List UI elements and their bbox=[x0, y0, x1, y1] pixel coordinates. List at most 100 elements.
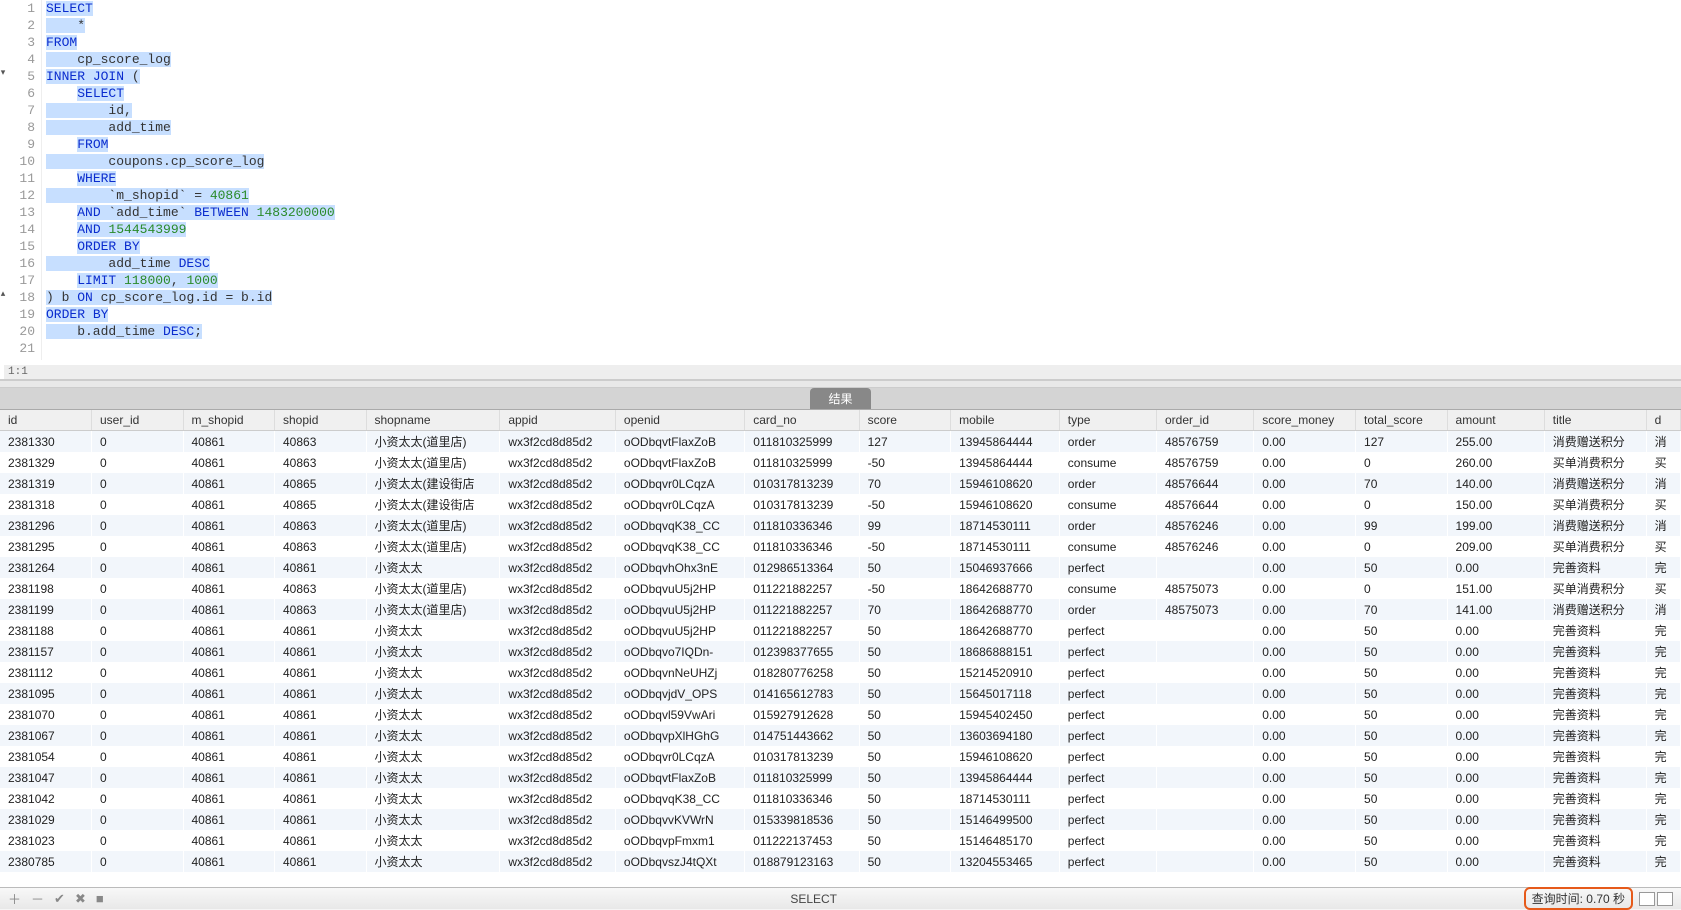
table-cell[interactable]: 48576759 bbox=[1156, 431, 1253, 453]
table-cell[interactable]: 18714530111 bbox=[951, 515, 1060, 536]
table-cell[interactable]: 0 bbox=[92, 578, 184, 599]
table-cell[interactable]: oODbqvl59VwAri bbox=[615, 704, 744, 725]
table-cell[interactable]: 15046937666 bbox=[951, 557, 1060, 578]
table-cell[interactable]: 15214520910 bbox=[951, 662, 1060, 683]
table-cell[interactable]: 0 bbox=[92, 641, 184, 662]
table-cell[interactable] bbox=[1156, 620, 1253, 641]
table-cell[interactable]: 13945864444 bbox=[951, 431, 1060, 453]
table-cell[interactable]: 13204553465 bbox=[951, 851, 1060, 872]
table-cell[interactable]: 48575073 bbox=[1156, 599, 1253, 620]
table-row[interactable]: 238133004086140863小资太太(道里店)wx3f2cd8d85d2… bbox=[0, 431, 1681, 453]
table-cell[interactable]: wx3f2cd8d85d2 bbox=[500, 494, 616, 515]
table-cell[interactable]: 0.00 bbox=[1447, 788, 1544, 809]
table-cell[interactable]: 011221882257 bbox=[745, 578, 859, 599]
table-cell[interactable]: 50 bbox=[1356, 557, 1448, 578]
table-cell[interactable]: 70 bbox=[1356, 473, 1448, 494]
table-cell[interactable]: 18642688770 bbox=[951, 620, 1060, 641]
table-cell[interactable]: 141.00 bbox=[1447, 599, 1544, 620]
table-cell[interactable]: 50 bbox=[859, 662, 951, 683]
table-cell[interactable]: 2381319 bbox=[0, 473, 92, 494]
table-cell[interactable]: 完善资料 bbox=[1544, 767, 1646, 788]
table-cell[interactable]: 40861 bbox=[275, 683, 367, 704]
table-cell[interactable]: 2381029 bbox=[0, 809, 92, 830]
table-cell[interactable]: 买 bbox=[1646, 452, 1680, 473]
table-row[interactable]: 238119804086140863小资太太(道里店)wx3f2cd8d85d2… bbox=[0, 578, 1681, 599]
table-cell[interactable]: 018280776258 bbox=[745, 662, 859, 683]
table-cell[interactable]: 2381023 bbox=[0, 830, 92, 851]
table-cell[interactable]: 小资太太 bbox=[366, 851, 500, 872]
table-cell[interactable]: 0.00 bbox=[1254, 494, 1356, 515]
table-cell[interactable]: perfect bbox=[1059, 851, 1156, 872]
table-cell[interactable]: 买单消费积分 bbox=[1544, 578, 1646, 599]
table-cell[interactable]: 40861 bbox=[275, 851, 367, 872]
table-cell[interactable]: 0.00 bbox=[1447, 851, 1544, 872]
table-cell[interactable]: 15146499500 bbox=[951, 809, 1060, 830]
table-row[interactable]: 238126404086140861小资太太wx3f2cd8d85d2oODbq… bbox=[0, 557, 1681, 578]
table-cell[interactable]: wx3f2cd8d85d2 bbox=[500, 620, 616, 641]
table-cell[interactable]: 小资太太(道里店) bbox=[366, 452, 500, 473]
table-cell[interactable]: 0.00 bbox=[1254, 473, 1356, 494]
table-cell[interactable]: 小资太太 bbox=[366, 662, 500, 683]
table-cell[interactable]: 买 bbox=[1646, 536, 1680, 557]
table-cell[interactable]: 50 bbox=[859, 767, 951, 788]
table-cell[interactable]: 小资太太 bbox=[366, 620, 500, 641]
table-cell[interactable]: order bbox=[1059, 431, 1156, 453]
table-cell[interactable]: consume bbox=[1059, 494, 1156, 515]
table-cell[interactable]: 小资太太 bbox=[366, 746, 500, 767]
table-cell[interactable]: 0.00 bbox=[1447, 704, 1544, 725]
table-cell[interactable]: 127 bbox=[1356, 431, 1448, 453]
table-cell[interactable]: 消费赠送积分 bbox=[1544, 515, 1646, 536]
table-cell[interactable]: 40861 bbox=[275, 620, 367, 641]
commit-icon[interactable]: ✔ bbox=[54, 891, 65, 907]
table-cell[interactable]: 0 bbox=[92, 599, 184, 620]
table-cell[interactable]: wx3f2cd8d85d2 bbox=[500, 767, 616, 788]
table-cell[interactable]: 完善资料 bbox=[1544, 620, 1646, 641]
table-cell[interactable]: 完 bbox=[1646, 830, 1680, 851]
table-cell[interactable]: 0 bbox=[92, 557, 184, 578]
table-cell[interactable]: 40861 bbox=[183, 851, 275, 872]
table-cell[interactable]: 0 bbox=[92, 431, 184, 453]
table-cell[interactable]: perfect bbox=[1059, 809, 1156, 830]
table-cell[interactable]: -50 bbox=[859, 494, 951, 515]
table-cell[interactable]: perfect bbox=[1059, 557, 1156, 578]
table-cell[interactable]: 0 bbox=[92, 725, 184, 746]
table-cell[interactable]: perfect bbox=[1059, 641, 1156, 662]
remove-row-icon[interactable]: － bbox=[31, 889, 44, 908]
table-cell[interactable]: 15946108620 bbox=[951, 473, 1060, 494]
table-cell[interactable]: 50 bbox=[1356, 788, 1448, 809]
table-cell[interactable]: 50 bbox=[1356, 683, 1448, 704]
table-cell[interactable]: 13945864444 bbox=[951, 767, 1060, 788]
table-cell[interactable]: perfect bbox=[1059, 704, 1156, 725]
table-cell[interactable]: 0 bbox=[92, 515, 184, 536]
table-cell[interactable]: 完 bbox=[1646, 704, 1680, 725]
table-cell[interactable]: 小资太太 bbox=[366, 809, 500, 830]
table-cell[interactable]: 0.00 bbox=[1254, 431, 1356, 453]
result-tab[interactable]: 结果 bbox=[810, 388, 870, 409]
table-cell[interactable]: oODbqvtFlaxZoB bbox=[615, 767, 744, 788]
table-cell[interactable]: wx3f2cd8d85d2 bbox=[500, 536, 616, 557]
table-cell[interactable]: 2381157 bbox=[0, 641, 92, 662]
table-cell[interactable]: 消 bbox=[1646, 473, 1680, 494]
table-row[interactable]: 238132904086140863小资太太(道里店)wx3f2cd8d85d2… bbox=[0, 452, 1681, 473]
table-cell[interactable]: 消费赠送积分 bbox=[1544, 473, 1646, 494]
table-cell[interactable]: 2381329 bbox=[0, 452, 92, 473]
table-cell[interactable]: 012398377655 bbox=[745, 641, 859, 662]
table-cell[interactable]: 0.00 bbox=[1254, 767, 1356, 788]
table-cell[interactable]: 0 bbox=[92, 536, 184, 557]
table-cell[interactable]: 消费赠送积分 bbox=[1544, 599, 1646, 620]
table-row[interactable]: 238104704086140861小资太太wx3f2cd8d85d2oODbq… bbox=[0, 767, 1681, 788]
column-header[interactable]: user_id bbox=[92, 410, 184, 431]
table-cell[interactable]: 完善资料 bbox=[1544, 641, 1646, 662]
table-cell[interactable]: perfect bbox=[1059, 620, 1156, 641]
table-cell[interactable]: oODbqvr0LCqzA bbox=[615, 473, 744, 494]
table-cell[interactable]: 0.00 bbox=[1447, 725, 1544, 746]
column-header[interactable]: type bbox=[1059, 410, 1156, 431]
table-cell[interactable]: perfect bbox=[1059, 725, 1156, 746]
table-cell[interactable]: wx3f2cd8d85d2 bbox=[500, 788, 616, 809]
table-cell[interactable]: -50 bbox=[859, 452, 951, 473]
table-cell[interactable]: 完 bbox=[1646, 809, 1680, 830]
table-cell[interactable]: 完 bbox=[1646, 620, 1680, 641]
table-cell[interactable]: 2381095 bbox=[0, 683, 92, 704]
table-cell[interactable]: consume bbox=[1059, 536, 1156, 557]
table-cell[interactable]: 完善资料 bbox=[1544, 662, 1646, 683]
